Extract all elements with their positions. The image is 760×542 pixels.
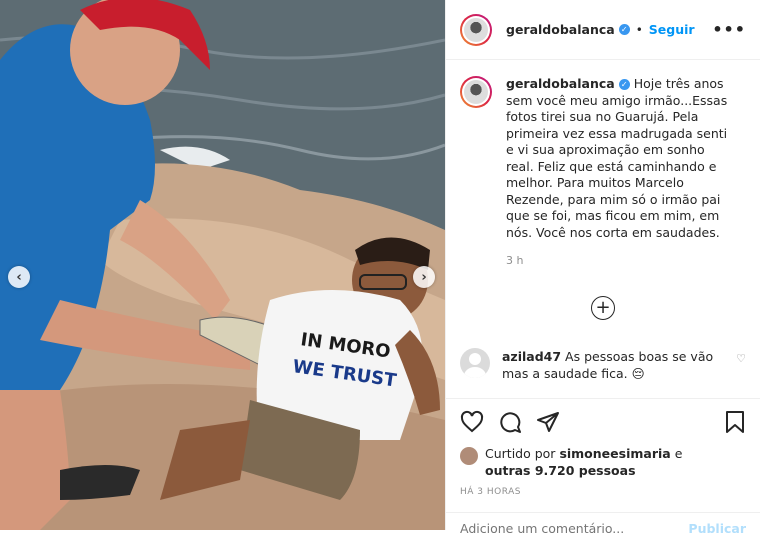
next-photo-button[interactable]: › xyxy=(413,266,435,288)
like-heart-icon[interactable] xyxy=(460,410,484,434)
publish-button[interactable]: Publicar xyxy=(688,521,746,536)
caption: geraldobalanca ✓ Hoje três anos sem você … xyxy=(460,76,746,270)
author-username[interactable]: geraldobalanca xyxy=(506,22,615,37)
action-icons xyxy=(460,409,746,435)
others-likes-link[interactable]: outras 9.720 pessoas xyxy=(485,463,636,478)
post-photo[interactable]: IN MORO WE TRUST ‹ › xyxy=(0,0,445,530)
instagram-post-view: IN MORO WE TRUST ‹ › geraldobalanca ✓ • … xyxy=(0,0,760,536)
like-comment-heart-icon[interactable]: ♡ xyxy=(736,352,746,365)
follow-button[interactable]: Seguir xyxy=(649,22,695,37)
add-comment-bar: Publicar xyxy=(446,512,760,542)
comment-username[interactable]: azilad47 xyxy=(502,349,561,364)
previous-photo-button[interactable]: ‹ xyxy=(8,266,30,288)
caption-username[interactable]: geraldobalanca xyxy=(506,76,615,91)
comment-body: azilad47 As pessoas boas se vão mas a sa… xyxy=(502,348,728,382)
author-avatar[interactable] xyxy=(460,13,492,46)
caption-text: Hoje três anos sem você meu amigo irmão.… xyxy=(506,76,728,240)
more-options-icon[interactable]: ••• xyxy=(712,20,746,39)
actions-section: Curtido por simoneesimaria e outras 9.72… xyxy=(446,398,760,497)
post-side-panel: geraldobalanca ✓ • Seguir ••• geraldobal… xyxy=(445,0,760,536)
share-send-icon[interactable] xyxy=(536,410,560,434)
likes-and: e xyxy=(674,446,683,461)
comment-bubble-icon[interactable] xyxy=(498,410,522,434)
post-timestamp: HÁ 3 HORAS xyxy=(460,487,521,497)
liker-username[interactable]: simoneesimaria xyxy=(559,446,670,461)
verified-badge-icon: ✓ xyxy=(618,24,630,35)
comment-input[interactable] xyxy=(460,521,689,536)
caption-body: geraldobalanca ✓ Hoje três anos sem você … xyxy=(506,76,731,270)
photo-illustration: IN MORO WE TRUST xyxy=(0,0,445,530)
chevron-right-icon: › xyxy=(421,269,427,285)
caption-avatar[interactable] xyxy=(460,76,492,108)
save-bookmark-icon[interactable] xyxy=(724,410,746,434)
likes-prefix: Curtido por xyxy=(485,446,556,461)
liker-avatar[interactable] xyxy=(460,447,478,465)
verified-badge-icon: ✓ xyxy=(618,79,630,90)
load-more-comments-icon[interactable]: + xyxy=(591,295,615,320)
comments-section: geraldobalanca ✓ Hoje três anos sem você … xyxy=(446,60,760,398)
commenter-avatar[interactable] xyxy=(460,347,490,378)
likes-summary: Curtido por simoneesimaria e outras 9.72… xyxy=(460,445,746,479)
caption-time: 3 h xyxy=(506,254,524,267)
chevron-left-icon: ‹ xyxy=(16,269,22,285)
post-header: geraldobalanca ✓ • Seguir ••• xyxy=(446,0,760,60)
comment-item: azilad47 As pessoas boas se vão mas a sa… xyxy=(460,347,746,382)
separator-dot: • xyxy=(635,22,643,37)
